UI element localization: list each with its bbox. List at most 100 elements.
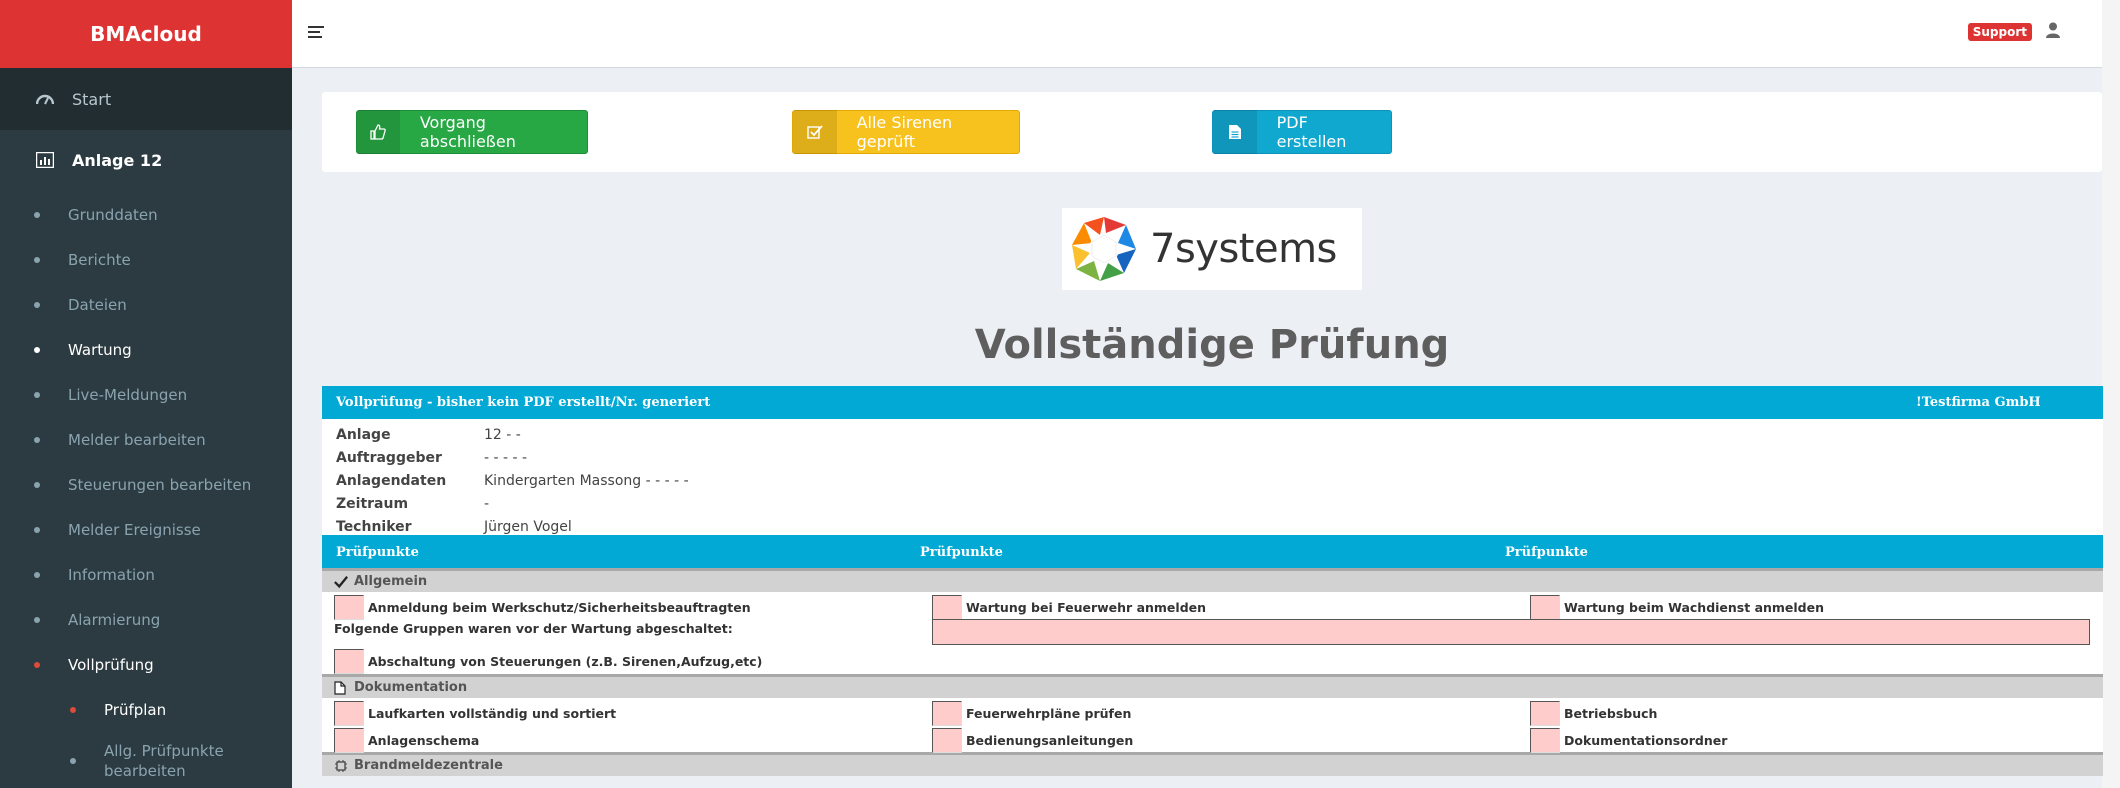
checkpoint-checkbox[interactable] bbox=[932, 595, 962, 620]
checkpoint-row: Folgende Gruppen waren vor der Wartung a… bbox=[322, 619, 2103, 646]
disabled-groups-input[interactable] bbox=[932, 619, 2090, 645]
report-header-status: Vollprüfung - bisher kein PDF erstellt/N… bbox=[336, 395, 711, 410]
all-sirens-checked-button[interactable]: Alle Sirenen geprüft bbox=[792, 110, 1020, 154]
file-icon bbox=[1213, 110, 1257, 154]
section-allgemein: Allgemein bbox=[322, 568, 2103, 592]
menu-toggle-icon[interactable] bbox=[308, 26, 324, 40]
bullet-icon bbox=[70, 758, 76, 764]
sidebar-item-information[interactable]: Information bbox=[0, 552, 292, 597]
sidebar-item-label: Grunddaten bbox=[68, 205, 158, 224]
info-key: Anlagendaten bbox=[336, 472, 447, 489]
sidebar-item-berichte[interactable]: Berichte bbox=[0, 237, 292, 282]
bullet-icon bbox=[34, 616, 40, 623]
finish-process-button[interactable]: Vorgang abschließen bbox=[356, 110, 588, 154]
document-icon bbox=[334, 680, 348, 695]
action-bar: Vorgang abschließen Alle Sirenen geprüft… bbox=[322, 92, 2102, 172]
sidebar-item-label: Live-Meldungen bbox=[68, 385, 188, 404]
sidebar-item-dateien[interactable]: Dateien bbox=[0, 282, 292, 327]
sidebar-item-melder-ereignisse[interactable]: Melder Ereignisse bbox=[0, 507, 292, 552]
info-value: Jürgen Vogel bbox=[484, 518, 572, 535]
company-logo: 7systems bbox=[1062, 208, 1362, 290]
support-badge[interactable]: Support bbox=[1967, 23, 2032, 41]
sidebar-item-allg-pruefpunkte[interactable]: Allg. Prüfpunkte bearbeiten bbox=[0, 732, 292, 788]
sidebar-item-label: Alarmierung bbox=[68, 610, 161, 629]
column-header: Prüfpunkte bbox=[920, 545, 1003, 560]
info-value: Kindergarten Massong - - - - - bbox=[484, 472, 689, 489]
bullet-icon bbox=[34, 211, 40, 218]
bullet-icon bbox=[34, 526, 40, 533]
info-key: Auftraggeber bbox=[336, 449, 442, 466]
sidebar-item-alarmierung[interactable]: Alarmierung bbox=[0, 597, 292, 642]
info-value: 12 - - bbox=[484, 426, 521, 443]
thumbs-up-icon bbox=[357, 110, 400, 154]
info-value: - bbox=[484, 495, 490, 512]
checkpoints-header: Prüfpunkte Prüfpunkte Prüfpunkte bbox=[322, 535, 2103, 568]
checkpoint-checkbox[interactable] bbox=[334, 595, 364, 620]
info-value: - - - - - bbox=[484, 449, 528, 466]
info-row: Anlagendaten Kindergarten Massong - - - -… bbox=[322, 469, 2103, 492]
checkpoint-label: Feuerwehrpläne prüfen bbox=[966, 706, 1132, 721]
checkpoint-checkbox[interactable] bbox=[932, 701, 962, 726]
checkpoint-item: Laufkarten vollständig und sortiert bbox=[334, 701, 616, 726]
report-info: Anlage 12 - - Auftraggeber - - - - - Anlag… bbox=[322, 419, 2103, 535]
bullet-icon bbox=[70, 706, 76, 713]
sidebar-item-label: Steuerungen bearbeiten bbox=[68, 475, 252, 494]
finish-process-label: Vorgang abschließen bbox=[419, 113, 516, 151]
checkpoint-item: Anlagenschema bbox=[334, 728, 479, 753]
checkpoint-checkbox[interactable] bbox=[1530, 701, 1560, 726]
bullet-icon bbox=[34, 481, 40, 488]
checkpoint-row: Abschaltung von Steuerungen (z.B. Sirene… bbox=[322, 646, 2103, 674]
chip-icon bbox=[334, 759, 348, 773]
info-row: Auftraggeber - - - - - bbox=[322, 446, 2103, 469]
sidebar-item-anlage[interactable]: Anlage 12 bbox=[0, 130, 292, 190]
checkpoint-checkbox[interactable] bbox=[334, 649, 364, 674]
create-pdf-button[interactable]: PDF erstellen bbox=[1212, 110, 1392, 154]
checkpoint-label: Wartung beim Wachdienst anmelden bbox=[1564, 600, 1825, 615]
bullet-icon bbox=[34, 661, 40, 668]
checkpoint-label: Anmeldung beim Werkschutz/Sicherheitsbea… bbox=[368, 600, 751, 615]
checkpoint-checkbox[interactable] bbox=[1530, 728, 1560, 753]
info-row: Anlage 12 - - bbox=[322, 423, 2103, 446]
sidebar-item-label: Vollprüfung bbox=[68, 655, 154, 674]
user-icon[interactable] bbox=[2046, 22, 2062, 40]
sidebar: BMAcloud Start Anlage 12 Grunddaten Beri… bbox=[0, 0, 292, 788]
sidebar-item-grunddaten[interactable]: Grunddaten bbox=[0, 192, 292, 237]
brand-logo[interactable]: BMAcloud bbox=[0, 0, 292, 68]
checkpoint-item: Wartung beim Wachdienst anmelden bbox=[1530, 595, 1824, 620]
bar-chart-icon bbox=[34, 149, 56, 171]
sidebar-item-vollpruefung[interactable]: Vollprüfung bbox=[0, 642, 292, 687]
bullet-icon bbox=[34, 301, 40, 308]
checkpoint-label: Laufkarten vollständig und sortiert bbox=[368, 706, 617, 721]
checkpoint-item: Abschaltung von Steuerungen (z.B. Sirene… bbox=[334, 649, 762, 674]
sidebar-item-steuerungen-bearbeiten[interactable]: Steuerungen bearbeiten bbox=[0, 462, 292, 507]
sidebar-item-label: Allg. Prüfpunkte bearbeiten bbox=[104, 742, 224, 780]
checkpoint-checkbox[interactable] bbox=[334, 728, 364, 753]
sidebar-item-live-meldungen[interactable]: Live-Meldungen bbox=[0, 372, 292, 417]
section-brandmeldezentrale: Brandmeldezentrale bbox=[322, 752, 2103, 776]
sidebar-item-melder-bearbeiten[interactable]: Melder bearbeiten bbox=[0, 417, 292, 462]
sidebar-item-label: Melder bearbeiten bbox=[68, 430, 206, 449]
bullet-icon bbox=[34, 346, 40, 353]
sidebar-item-start[interactable]: Start bbox=[0, 68, 292, 130]
checkpoint-checkbox[interactable] bbox=[334, 701, 364, 726]
bullet-icon bbox=[34, 391, 40, 398]
checkbox-icon bbox=[793, 110, 837, 154]
disabled-groups-label: Folgende Gruppen waren vor der Wartung a… bbox=[334, 621, 733, 636]
top-navbar: Support bbox=[292, 0, 2102, 68]
inspection-report: Vollprüfung - bisher kein PDF erstellt/N… bbox=[322, 386, 2103, 776]
scrollbar-track[interactable] bbox=[2102, 0, 2120, 788]
checkpoint-item: Feuerwehrpläne prüfen bbox=[932, 701, 1131, 726]
checkpoint-checkbox[interactable] bbox=[1530, 595, 1560, 620]
report-header-company: !Testfirma GmbH bbox=[1916, 395, 2041, 410]
sidebar-item-label: Berichte bbox=[68, 250, 131, 269]
sidebar-item-wartung[interactable]: Wartung bbox=[0, 327, 292, 372]
section-title: Brandmeldezentrale bbox=[354, 758, 503, 773]
sidebar-item-label: Wartung bbox=[68, 340, 132, 359]
sidebar-item-pruefplan[interactable]: Prüfplan bbox=[0, 687, 292, 732]
logo-ring-icon bbox=[1072, 217, 1136, 281]
info-key: Zeitraum bbox=[336, 495, 409, 512]
checkpoint-checkbox[interactable] bbox=[932, 728, 962, 753]
bullet-icon bbox=[34, 571, 40, 578]
checkpoint-row: Laufkarten vollständig und sortiert Feue… bbox=[322, 698, 2103, 726]
sidebar-subnav: Grunddaten Berichte Dateien Wartung Live… bbox=[0, 190, 292, 788]
